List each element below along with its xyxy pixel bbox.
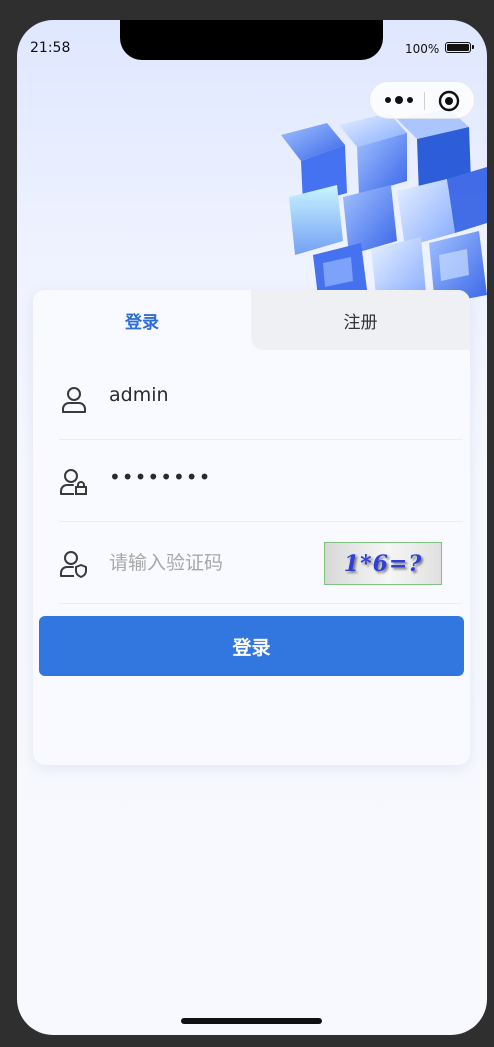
phone-screen: 21:58 100% 注册 登录 admin •••••••• 请输入验证码 1… [17, 20, 487, 1035]
capsule-divider [424, 92, 425, 110]
password-row: •••••••• [59, 440, 463, 522]
tab-register[interactable]: 注册 [251, 290, 470, 350]
login-button[interactable]: 登录 [39, 616, 464, 676]
user-shield-icon [60, 551, 87, 578]
target-icon[interactable] [438, 90, 460, 112]
more-icon[interactable] [380, 90, 418, 110]
battery-percent: 100% [405, 42, 440, 56]
battery-icon [445, 42, 474, 53]
login-card: 注册 登录 admin •••••••• 请输入验证码 1*6=? 登录 [33, 290, 470, 765]
username-field[interactable]: admin [109, 384, 169, 406]
user-lock-icon [60, 469, 87, 495]
username-row: admin [59, 358, 463, 440]
mini-program-capsule [369, 81, 475, 119]
captcha-image[interactable]: 1*6=? [324, 542, 442, 585]
status-time: 21:58 [30, 40, 71, 56]
password-field[interactable]: •••••••• [109, 465, 211, 489]
auth-tabs: 注册 登录 [33, 290, 470, 350]
cubes-illustration [281, 109, 487, 305]
home-indicator [181, 1018, 322, 1024]
tab-login[interactable]: 登录 [33, 290, 263, 350]
notch [120, 20, 383, 60]
captcha-input[interactable] [109, 548, 309, 578]
user-icon [62, 387, 86, 413]
captcha-row: 1*6=? [59, 522, 463, 604]
